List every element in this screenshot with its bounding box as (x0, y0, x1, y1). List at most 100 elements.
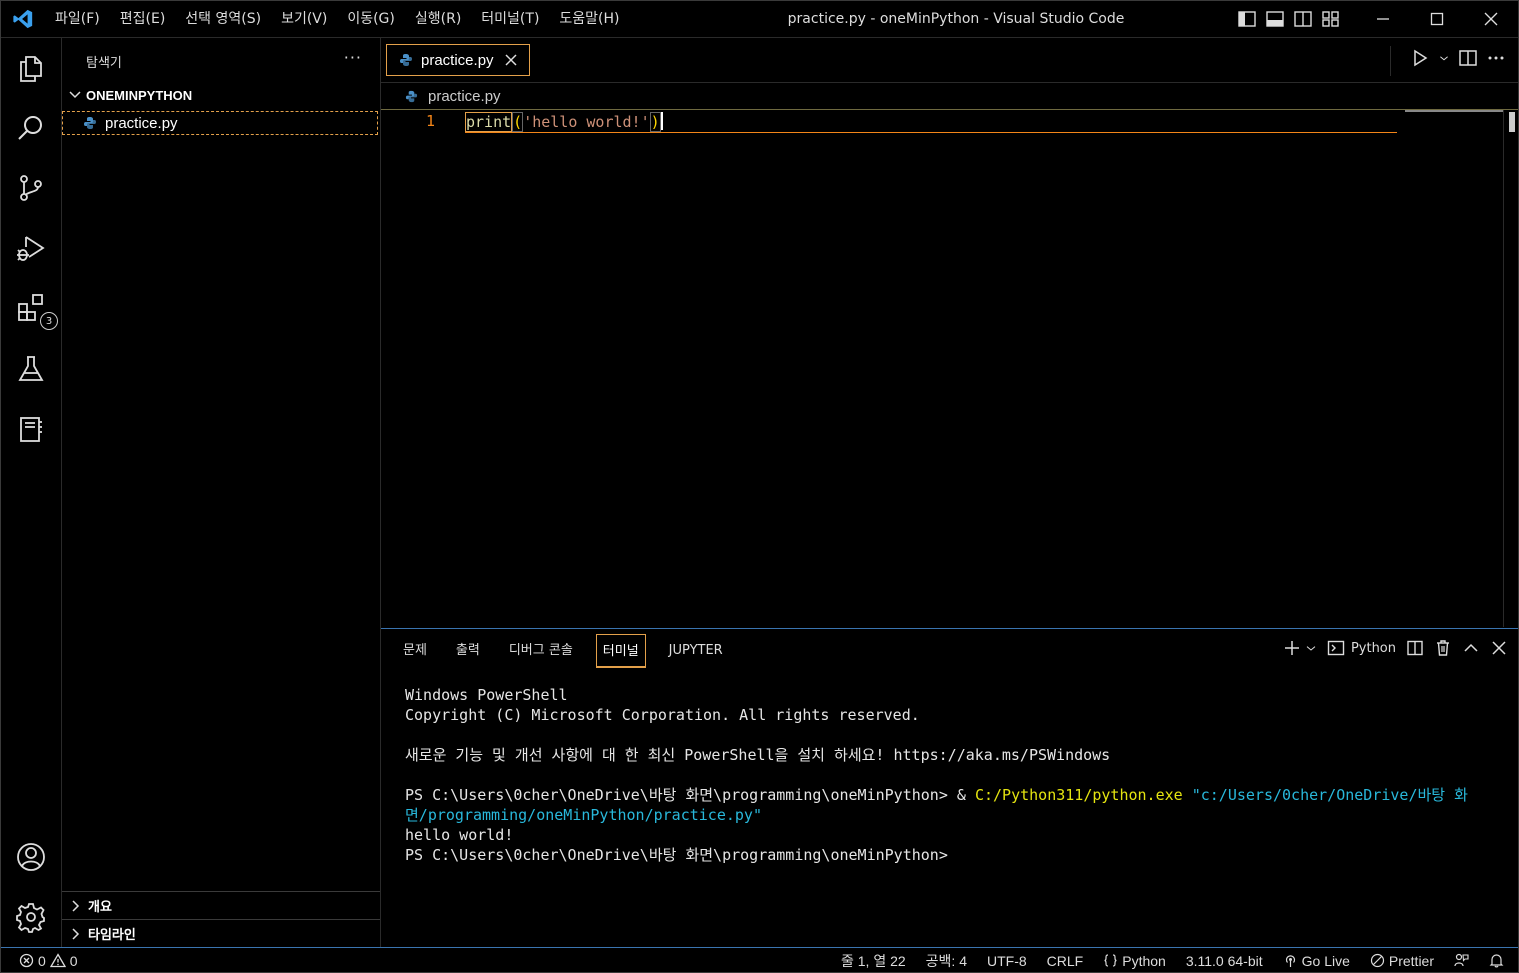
testing-button[interactable] (13, 351, 49, 387)
more-actions-icon[interactable] (1486, 48, 1506, 68)
extensions-button[interactable]: 3 (13, 290, 58, 330)
close-icon (1484, 12, 1498, 26)
settings-gear-icon (16, 903, 45, 933)
editor-tab-bar: practice.py (381, 38, 1518, 83)
close-panel-icon[interactable] (1490, 639, 1508, 657)
tab-jupyter[interactable]: JUPYTER (663, 634, 729, 668)
trash-icon[interactable] (1434, 639, 1452, 657)
manage-button[interactable] (13, 899, 49, 935)
terminal-shell-label[interactable]: Python (1351, 641, 1396, 656)
accounts-button[interactable] (13, 839, 49, 875)
error-icon (19, 953, 34, 968)
editor-scrollbar[interactable] (1503, 110, 1518, 627)
token-function: print (465, 112, 513, 132)
chevron-down-icon[interactable] (1438, 48, 1450, 68)
breadcrumb[interactable]: practice.py (381, 83, 1518, 110)
split-editor-icon[interactable] (1458, 48, 1478, 68)
terminal-prompt: PS C:\Users\0cher\OneDrive\바탕 화면\program… (405, 846, 948, 864)
timeline-section[interactable]: 타임라인 (62, 919, 380, 947)
close-window-button[interactable] (1464, 1, 1518, 37)
outline-section-label: 개요 (88, 900, 112, 915)
workspace-folder[interactable]: ONEMINPYTHON (62, 84, 380, 106)
terminal-line: Copyright (C) Microsoft Corporation. All… (405, 706, 920, 724)
toggle-sidebar-icon[interactable] (1237, 9, 1257, 29)
close-tab-icon[interactable] (504, 53, 518, 67)
terminal-line: Windows PowerShell (405, 686, 568, 704)
menu-terminal[interactable]: 터미널(T) (471, 1, 549, 37)
source-control-button[interactable] (13, 170, 49, 206)
toggle-panel-icon[interactable] (1265, 9, 1285, 29)
account-icon (17, 843, 45, 871)
language-mode[interactable]: Python (1103, 953, 1166, 969)
menu-go[interactable]: 이동(G) (337, 1, 405, 37)
maximize-panel-icon[interactable] (1462, 639, 1480, 657)
sidebar-more-actions[interactable]: ··· (344, 48, 362, 67)
notebook-icon (20, 417, 42, 442)
run-debug-button[interactable] (13, 230, 49, 266)
indentation[interactable]: 공백: 4 (926, 951, 967, 971)
menu-edit[interactable]: 편집(E) (110, 1, 176, 37)
warning-icon (49, 953, 66, 968)
error-count: 0 (38, 952, 46, 969)
menu-run[interactable]: 실행(R) (405, 1, 471, 37)
vscode-window: 파일(F) 편집(E) 선택 영역(S) 보기(V) 이동(G) 실행(R) 터… (0, 0, 1519, 973)
chevron-down-icon[interactable] (1305, 639, 1317, 657)
tab-terminal[interactable]: 터미널 (595, 634, 646, 668)
menu-selection[interactable]: 선택 영역(S) (175, 1, 271, 37)
run-debug-icon (17, 236, 45, 261)
cursor-position[interactable]: 줄 1, 열 22 (841, 951, 906, 971)
chevron-down-icon (69, 91, 81, 99)
scrollbar-thumb[interactable] (1509, 112, 1515, 132)
notebook-button[interactable] (13, 411, 49, 447)
menu-view[interactable]: 보기(V) (271, 1, 337, 37)
toggle-secondary-sidebar-icon[interactable] (1293, 9, 1313, 29)
tab-problems[interactable]: 문제 (397, 634, 433, 668)
terminal-line: 새로운 기능 및 개선 사항에 대 한 최신 PowerShell을 설치 하세… (405, 746, 1111, 764)
testing-icon (18, 356, 44, 381)
go-live-button[interactable]: Go Live (1283, 953, 1350, 969)
terminal-shell-icon[interactable] (1327, 639, 1345, 657)
terminal-executable: C:/Python311/python.exe (974, 786, 1183, 804)
problems-status[interactable]: 0 0 (19, 948, 78, 972)
python-file-icon (84, 117, 96, 129)
file-tree-item[interactable]: practice.py (62, 111, 378, 135)
new-terminal-icon[interactable] (1283, 639, 1301, 657)
terminal-output[interactable]: Windows PowerShell Copyright (C) Microsof… (405, 685, 1505, 865)
double-check-icon (1370, 953, 1384, 968)
explorer-button[interactable] (13, 51, 49, 87)
minimap[interactable] (1405, 110, 1503, 112)
terminal-operator: & (956, 786, 975, 804)
outline-section[interactable]: 개요 (62, 891, 380, 919)
text-cursor (660, 112, 663, 130)
split-terminal-icon[interactable] (1406, 639, 1424, 657)
search-button[interactable] (13, 110, 49, 146)
prettier-status[interactable]: Prettier (1370, 953, 1434, 969)
code-editor[interactable]: 1 print ('hello world!') (381, 110, 1518, 627)
minimize-button[interactable] (1356, 1, 1410, 37)
tab-debug-console[interactable]: 디버그 콘솔 (503, 634, 579, 668)
menu-file[interactable]: 파일(F) (45, 1, 110, 37)
vscode-logo-icon (13, 9, 33, 29)
workspace-folder-name: ONEMINPYTHON (86, 87, 193, 103)
python-interpreter[interactable]: 3.11.0 64-bit (1186, 953, 1263, 969)
tab-practice-py[interactable]: practice.py (386, 44, 530, 76)
file-encoding[interactable]: UTF-8 (987, 953, 1027, 969)
menu-help[interactable]: 도움말(H) (549, 1, 629, 37)
notifications-button[interactable] (1489, 953, 1504, 968)
terminal-argument: "c:/Users/0cher/OneDrive/바탕 화 (1182, 786, 1468, 804)
customize-layout-icon[interactable] (1321, 9, 1341, 29)
language-label: Python (1122, 952, 1166, 969)
feedback-button[interactable] (1454, 953, 1469, 968)
tab-output[interactable]: 출력 (450, 634, 486, 668)
code-line[interactable]: print ('hello world!') (465, 112, 663, 132)
terminal-blank-line: ​ (405, 725, 1505, 745)
terminal-program-output: hello world! (405, 826, 514, 844)
search-icon (18, 116, 42, 140)
breadcrumb-file[interactable]: practice.py (428, 88, 501, 105)
end-of-line[interactable]: CRLF (1047, 953, 1084, 969)
warning-count: 0 (69, 952, 78, 969)
maximize-button[interactable] (1410, 1, 1464, 37)
run-python-file-icon[interactable] (1410, 48, 1430, 68)
tab-label: practice.py (421, 51, 494, 69)
explorer-sidebar: 탐색기 ··· ONEMINPYTHON practice.py 개요 타임라인 (62, 38, 381, 947)
